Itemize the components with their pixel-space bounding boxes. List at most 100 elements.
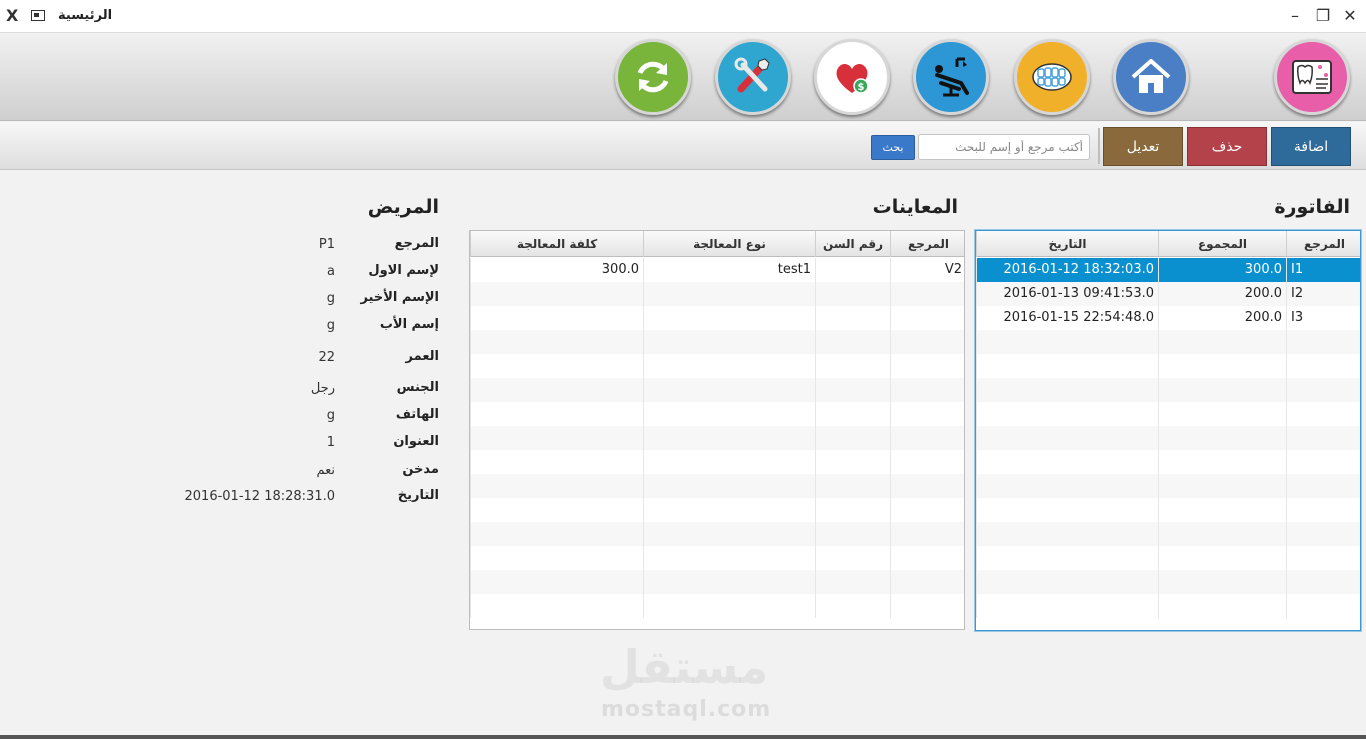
invoice-cell-total — [1158, 498, 1286, 522]
teeth-icon[interactable] — [1014, 39, 1090, 115]
empty-table-row — [976, 330, 1360, 354]
empty-table-row — [470, 354, 964, 378]
exams-cell-ref — [890, 426, 964, 450]
exams-cell-type — [643, 594, 815, 618]
invoice-cell-ref — [1286, 330, 1360, 354]
exams-cell-tooth — [815, 522, 890, 546]
patient-field-label: المرجع — [394, 236, 439, 251]
invoice-cell-ref — [1286, 474, 1360, 498]
exams-cell-ref — [890, 474, 964, 498]
exams-col-ref[interactable]: المرجع — [890, 231, 964, 257]
invoice-cell-ref — [1286, 426, 1360, 450]
invoice-cell-date — [976, 546, 1158, 570]
empty-table-row — [976, 474, 1360, 498]
invoice-cell-total — [1158, 426, 1286, 450]
patient-field-value: a — [327, 264, 335, 279]
exams-col-cost[interactable]: كلفة المعالجة — [470, 231, 643, 257]
exams-cell-cost — [470, 426, 643, 450]
exams-cell-type — [643, 282, 815, 306]
table-row[interactable]: I1 300.0 2016-01-12 18:32:03.0 — [976, 258, 1360, 282]
invoice-col-ref[interactable]: المرجع — [1286, 231, 1360, 257]
invoice-cell-ref — [1286, 402, 1360, 426]
dental-chair-icon[interactable] — [913, 39, 989, 115]
invoice-cell-total — [1158, 570, 1286, 594]
patient-field-value: 22 — [318, 350, 335, 365]
invoice-col-date[interactable]: التاريخ — [976, 231, 1158, 257]
exams-cell-tooth — [815, 450, 890, 474]
window-menu-icon[interactable] — [31, 10, 45, 21]
minimize-icon[interactable]: – — [1284, 6, 1306, 26]
invoice-cell-date — [976, 378, 1158, 402]
invoice-cell-total — [1158, 354, 1286, 378]
empty-table-row — [976, 570, 1360, 594]
heart-payment-icon[interactable]: $ — [814, 39, 890, 115]
exams-cell-cost — [470, 498, 643, 522]
invoice-cell-total — [1158, 378, 1286, 402]
invoice-col-total[interactable]: المجموع — [1158, 231, 1286, 257]
invoice-cell-total — [1158, 402, 1286, 426]
exams-cell-tooth — [815, 330, 890, 354]
exams-cell-ref — [890, 450, 964, 474]
exams-cell-cost — [470, 546, 643, 570]
exams-cell-type — [643, 522, 815, 546]
invoice-cell-ref: I3 — [1286, 306, 1360, 330]
exams-cell-tooth — [815, 594, 890, 618]
exams-cell-cost — [470, 330, 643, 354]
delete-button[interactable]: حذف — [1187, 127, 1267, 166]
exams-cell-cost — [470, 354, 643, 378]
watermark-latin: mostaql.com — [601, 697, 772, 722]
invoice-cell-date — [976, 354, 1158, 378]
exams-cell-cost — [470, 306, 643, 330]
patient-field-label: مدخن — [402, 462, 439, 477]
invoice-cell-ref — [1286, 450, 1360, 474]
app-icon: X — [6, 6, 19, 25]
invoice-cell-ref — [1286, 522, 1360, 546]
exams-cell-type — [643, 306, 815, 330]
search-button[interactable]: بحث — [871, 135, 915, 160]
add-button[interactable]: اضافة — [1271, 127, 1351, 166]
exams-cell-type — [643, 330, 815, 354]
exams-cell-ref: V2 — [890, 258, 964, 282]
empty-table-row — [976, 594, 1360, 618]
invoice-title: الفاتورة — [1274, 196, 1350, 218]
tools-icon[interactable] — [715, 39, 791, 115]
invoice-table-header: المرجع المجموع التاريخ — [976, 231, 1360, 257]
exams-col-tooth[interactable]: رقم السن — [815, 231, 890, 257]
table-row[interactable]: I3 200.0 2016-01-15 22:54:48.0 — [976, 306, 1360, 330]
exams-cell-tooth — [815, 402, 890, 426]
exams-cell-cost — [470, 594, 643, 618]
home-icon[interactable] — [1113, 39, 1189, 115]
exams-cell-tooth — [815, 546, 890, 570]
patient-field-label: الإسم الأخير — [360, 290, 439, 305]
patient-field-value: 2016-01-12 18:28:31.0 — [184, 489, 335, 504]
table-row[interactable]: V2 test1 300.0 — [470, 258, 964, 282]
empty-table-row — [976, 378, 1360, 402]
invoice-cell-total — [1158, 450, 1286, 474]
refresh-icon[interactable] — [615, 39, 691, 115]
invoice-cell-ref: I2 — [1286, 282, 1360, 306]
invoice-cell-ref — [1286, 570, 1360, 594]
invoice-table[interactable]: المرجع المجموع التاريخ I1 300.0 2016-01-12… — [975, 230, 1361, 631]
invoice-cell-date: 2016-01-13 09:41:53.0 — [976, 282, 1158, 306]
exams-cell-tooth — [815, 306, 890, 330]
empty-table-row — [470, 402, 964, 426]
restore-icon[interactable]: ❐ — [1312, 6, 1334, 26]
exams-cell-type — [643, 498, 815, 522]
empty-table-row — [470, 498, 964, 522]
exams-table[interactable]: المرجع رقم السن نوع المعالجة كلفة المعال… — [469, 230, 965, 630]
empty-table-row — [470, 426, 964, 450]
empty-table-row — [976, 402, 1360, 426]
exams-col-type[interactable]: نوع المعالجة — [643, 231, 815, 257]
table-row[interactable]: I2 200.0 2016-01-13 09:41:53.0 — [976, 282, 1360, 306]
patient-field-value: P1 — [318, 237, 335, 252]
exams-cell-type — [643, 378, 815, 402]
exams-cell-cost — [470, 402, 643, 426]
edit-button[interactable]: تعديل — [1103, 127, 1183, 166]
window-title: الرئيسية — [58, 8, 113, 23]
patient-title: المريض — [367, 196, 439, 218]
app-logo-icon[interactable] — [1274, 39, 1350, 115]
search-input[interactable] — [918, 134, 1090, 160]
close-icon[interactable]: ✕ — [1339, 6, 1361, 26]
exams-cell-ref — [890, 522, 964, 546]
patient-field-value: 1 — [326, 435, 335, 450]
